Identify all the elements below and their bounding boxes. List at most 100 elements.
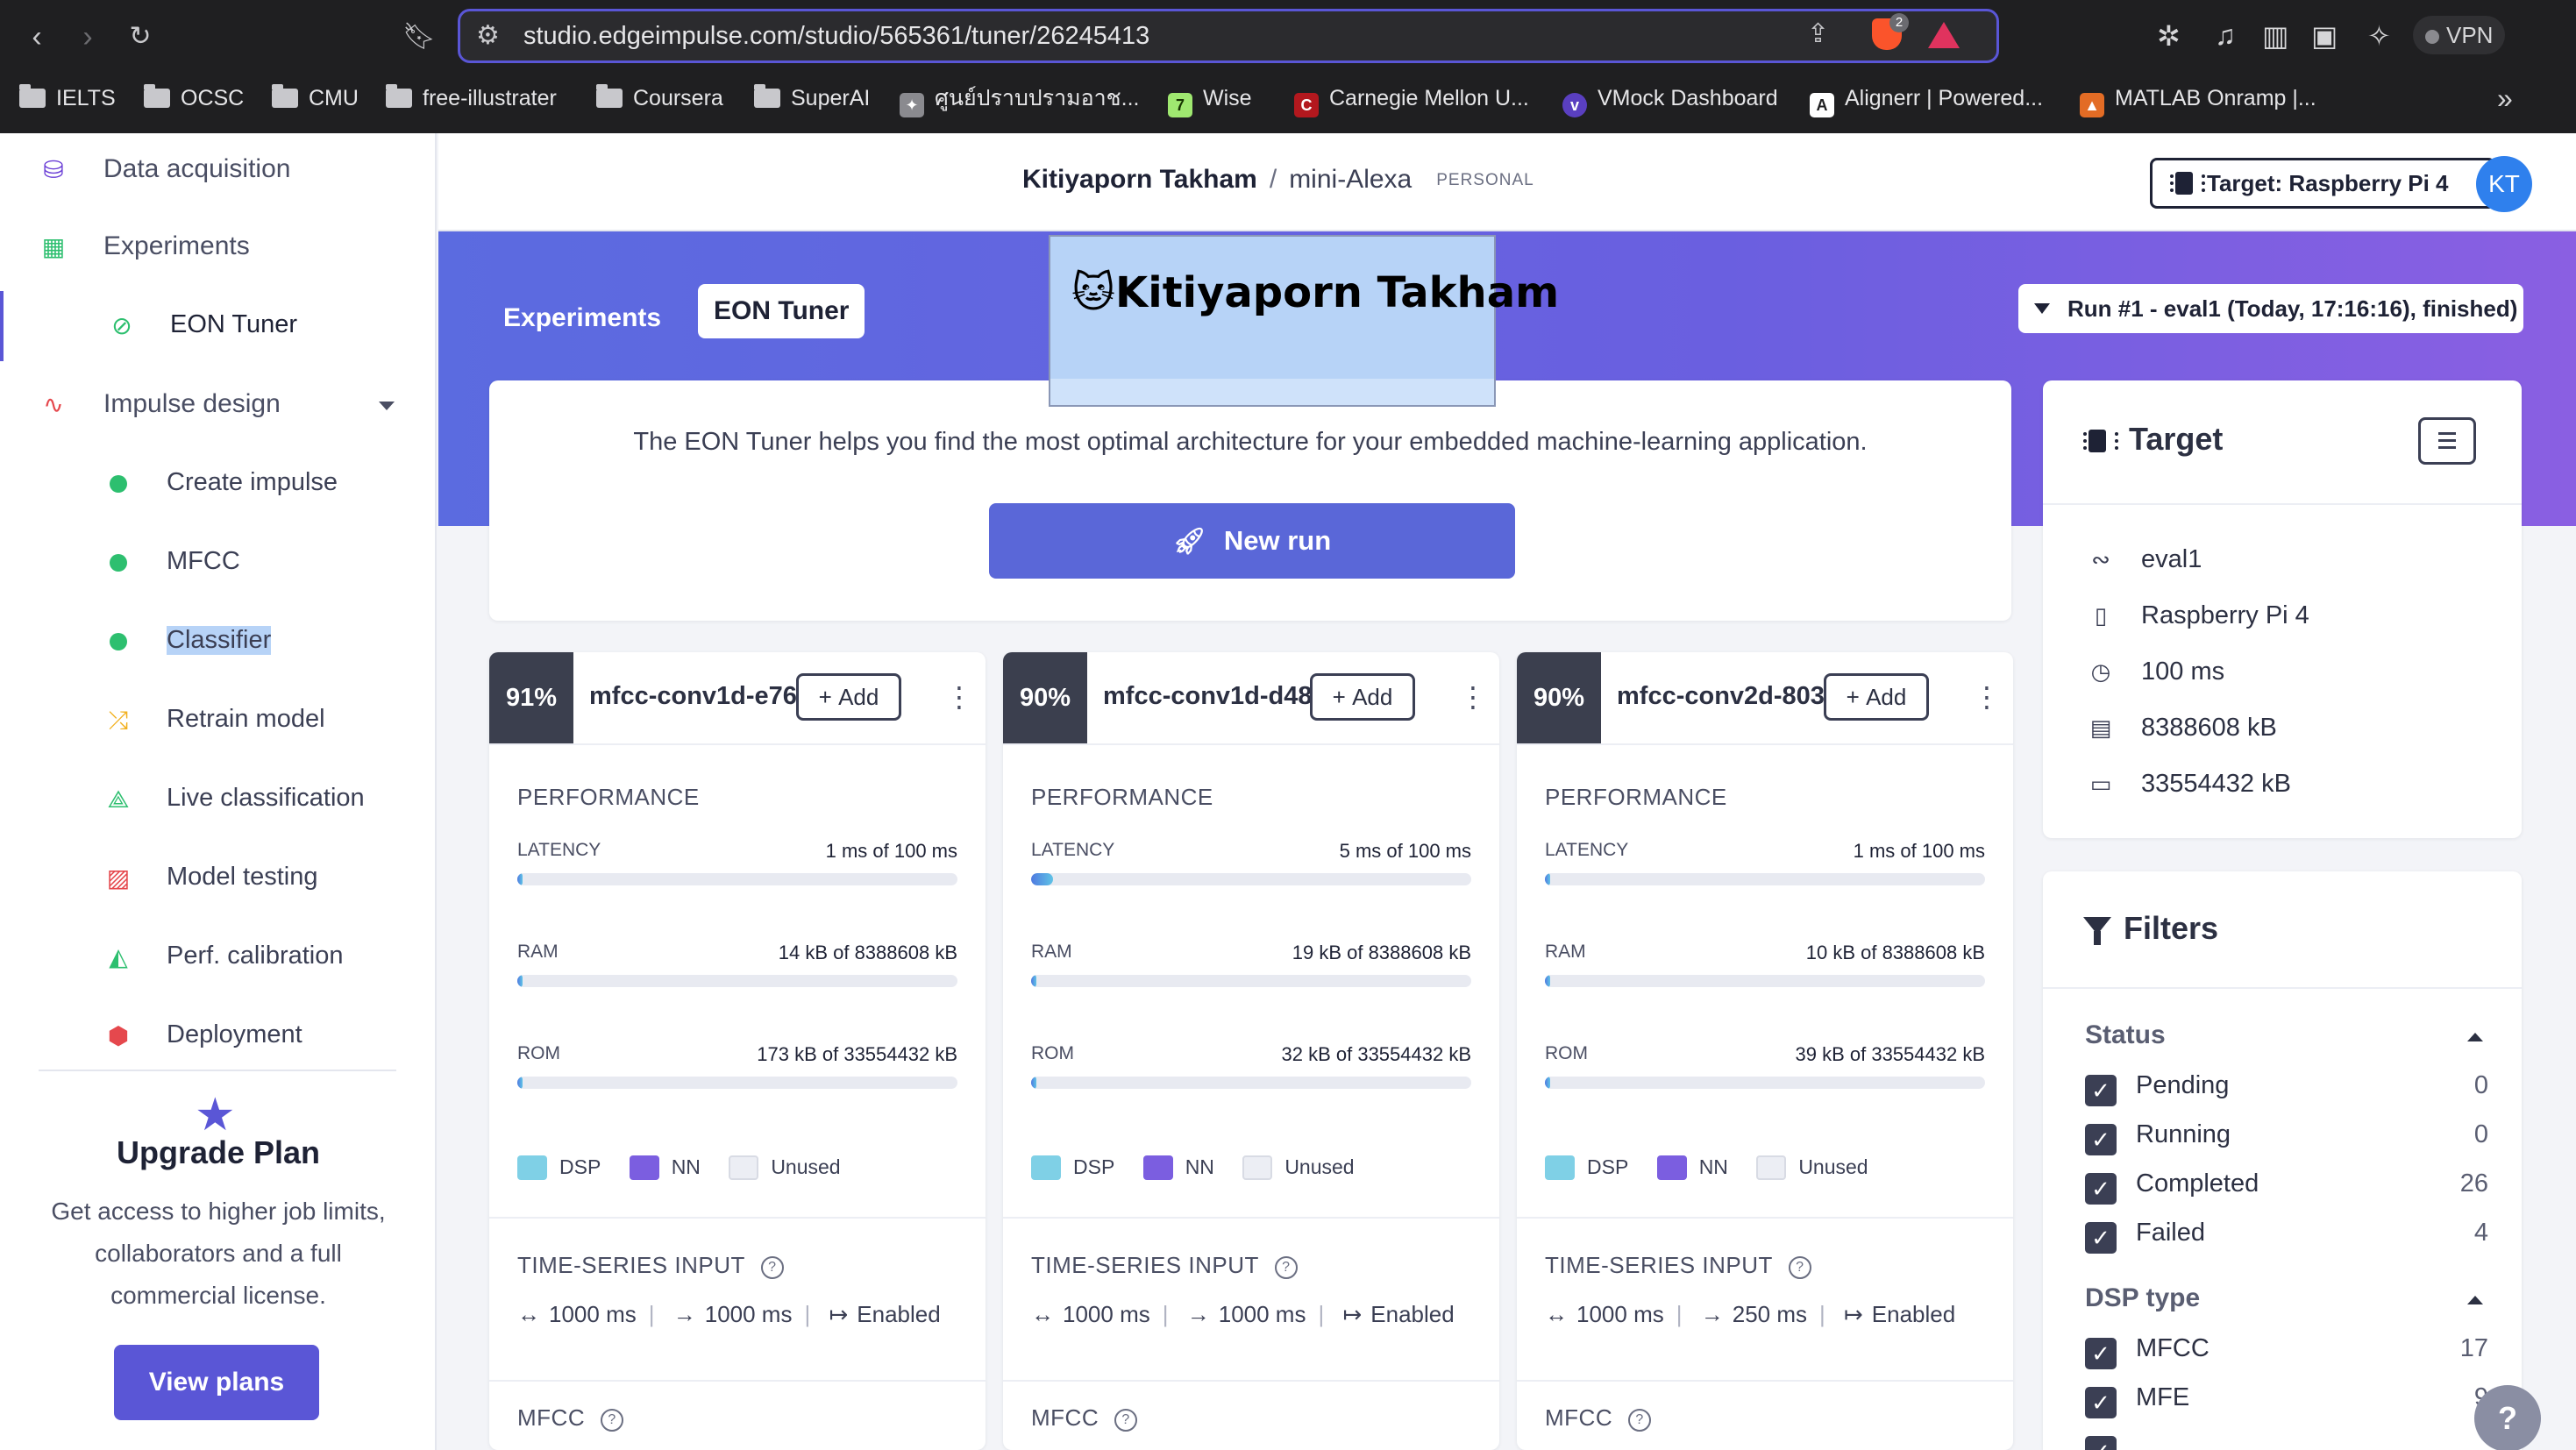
bookmark-icon[interactable]: 🔖︎: [398, 16, 440, 58]
ram-value: 14 kB of 8388608 kB: [778, 942, 957, 963]
bookmark-item[interactable]: 7 Wise: [1168, 79, 1252, 117]
filter-checkbox-row[interactable]: ✓: [2085, 1432, 2488, 1450]
view-plans-button[interactable]: View plans: [114, 1345, 319, 1420]
result-card[interactable]: 90% mfcc-conv1d-d48 + Add ⋮ PERFORMANCE …: [1003, 652, 1499, 1450]
green-dot-icon: [103, 469, 133, 499]
filter-checkbox-row[interactable]: ✓ Completed 26: [2085, 1169, 2488, 1205]
help-circle-icon[interactable]: ?: [1274, 1256, 1298, 1279]
checkbox-checked-icon[interactable]: ✓: [2085, 1173, 2117, 1205]
accuracy-badge: 90%: [1517, 652, 1601, 743]
checkbox-checked-icon[interactable]: ✓: [2085, 1338, 2117, 1369]
filter-count: 26: [2459, 1169, 2488, 1198]
target-device-button[interactable]: Target: Raspberry Pi 4: [2150, 158, 2495, 209]
sidebar-item-model-testing[interactable]: ▨ Model testing: [0, 843, 435, 913]
forward-icon[interactable]: ›: [67, 16, 109, 58]
sidebar-item-live-classification[interactable]: ⟁ Live classification: [0, 764, 435, 835]
more-options-icon[interactable]: ⋮: [1973, 675, 2001, 719]
tab-experiments[interactable]: Experiments: [503, 291, 661, 345]
bookmark-item[interactable]: SuperAI: [754, 79, 870, 117]
add-button[interactable]: + Add: [796, 673, 901, 721]
back-icon[interactable]: ‹: [16, 16, 58, 58]
new-run-label: New run: [1223, 525, 1332, 556]
sidebar-item-mfcc[interactable]: MFCC: [0, 528, 435, 598]
filter-group-dsp-type[interactable]: DSP type: [2085, 1283, 2200, 1313]
sidebar-toggle-icon[interactable]: ▥: [2262, 19, 2288, 53]
sidebar-item-perf-calibration[interactable]: ◭ Perf. calibration: [0, 922, 435, 992]
tab-eon-tuner[interactable]: EON Tuner: [698, 284, 865, 338]
filter-checkbox-row[interactable]: ✓ Failed 4: [2085, 1219, 2488, 1254]
bookmark-item[interactable]: C Carnegie Mellon U...: [1294, 79, 1529, 117]
run-selector-dropdown[interactable]: Run #1 - eval1 (Today, 17:16:16), finish…: [2018, 284, 2523, 333]
bookmark-item[interactable]: IELTS: [19, 79, 116, 117]
help-circle-icon[interactable]: ?: [1114, 1409, 1138, 1432]
target-row: ▤ 8388608 kB: [2085, 714, 2277, 749]
checkbox-checked-icon[interactable]: ✓: [2085, 1075, 2117, 1106]
new-run-button[interactable]: 🚀︎ New run: [989, 503, 1515, 579]
folder-icon: [386, 84, 412, 108]
checkbox-checked-icon[interactable]: ✓: [2085, 1222, 2117, 1254]
site-settings-icon[interactable]: ⚙︎: [476, 20, 500, 51]
result-card[interactable]: 90% mfcc-conv2d-803 + Add ⋮ PERFORMANCE …: [1517, 652, 2013, 1450]
more-options-icon[interactable]: ⋮: [1459, 675, 1487, 719]
sidebar-item-classifier[interactable]: Classifier: [0, 607, 435, 677]
extensions-icon[interactable]: ✲: [2157, 19, 2181, 53]
bookmark-item[interactable]: Coursera: [596, 79, 723, 117]
checkbox-checked-icon[interactable]: ✓: [2085, 1124, 2117, 1155]
bookmark-item[interactable]: ▲ MATLAB Onramp |...: [2080, 79, 2316, 117]
chevron-up-icon[interactable]: [2467, 1033, 2483, 1041]
bookmark-item[interactable]: A Alignerr | Powered...: [1810, 79, 2043, 117]
bookmark-item[interactable]: CMU: [272, 79, 359, 117]
checkbox-checked-icon[interactable]: ✓: [2085, 1436, 2117, 1450]
bookmark-item[interactable]: OCSC: [144, 79, 244, 117]
help-circle-icon[interactable]: ?: [1788, 1256, 1811, 1279]
music-icon[interactable]: ♫: [2215, 19, 2236, 52]
result-card[interactable]: 91% mfcc-conv1d-e76 + Add ⋮ PERFORMANCE …: [489, 652, 986, 1450]
bookmark-label: Carnegie Mellon U...: [1329, 86, 1529, 110]
sidebar-item-create-impulse[interactable]: Create impulse: [0, 449, 435, 519]
vpn-button[interactable]: VPN: [2413, 16, 2506, 54]
wallet-icon[interactable]: ▣: [2311, 19, 2338, 53]
sidebar-item-deployment[interactable]: ⬢ Deployment: [0, 1001, 435, 1071]
checkbox-checked-icon[interactable]: ✓: [2085, 1387, 2117, 1418]
bookmark-item[interactable]: v VMock Dashboard: [1562, 79, 1778, 117]
clipboard-check-icon: ▨: [106, 864, 131, 892]
filter-group-status[interactable]: Status: [2085, 1020, 2166, 1050]
chevron-down-icon[interactable]: [379, 402, 395, 410]
help-circle-icon[interactable]: ?: [1628, 1409, 1652, 1432]
leo-ai-icon[interactable]: ✧: [2367, 19, 2391, 53]
filter-checkbox-row[interactable]: ✓ Pending 0: [2085, 1071, 2488, 1106]
breadcrumb-project[interactable]: mini-Alexa: [1289, 165, 1412, 194]
help-circle-icon[interactable]: ?: [601, 1409, 624, 1432]
share-icon[interactable]: ⇪: [1807, 18, 1829, 49]
sidebar-item-label: Create impulse: [167, 468, 338, 496]
more-options-icon[interactable]: ⋮: [945, 675, 973, 719]
sidebar-item-data-acquisition[interactable]: ⛁ Data acquisition: [0, 135, 435, 205]
bookmark-item[interactable]: free-illustrater: [386, 79, 557, 117]
bookmarks-overflow-icon[interactable]: »: [2497, 79, 2513, 117]
latency-bar: [1031, 873, 1471, 885]
add-button[interactable]: + Add: [1824, 673, 1929, 721]
bookmark-item[interactable]: ✦ ศูนย์ปราบปรามอาช...: [900, 79, 1139, 117]
filter-checkbox-row[interactable]: ✓MFE9: [2085, 1383, 2488, 1418]
tooltip-name: Kitiyaporn Takham: [1115, 268, 1560, 317]
filter-checkbox-row[interactable]: ✓ Running 0: [2085, 1120, 2488, 1155]
reload-icon[interactable]: ↻: [119, 16, 161, 58]
sidebar-item-eon-tuner[interactable]: ⊘ EON Tuner: [0, 291, 435, 361]
target-menu-button[interactable]: [2418, 417, 2476, 465]
divider: [1517, 1217, 2013, 1219]
chevron-up-icon[interactable]: [2467, 1296, 2483, 1304]
rom-bar-fill: [517, 1077, 523, 1089]
add-button[interactable]: + Add: [1310, 673, 1415, 721]
sidebar-item-impulse-design[interactable]: ∿ Impulse design: [0, 370, 435, 440]
sidebar-item-retrain-model[interactable]: ⤮ Retrain model: [0, 686, 435, 756]
avatar[interactable]: KT: [2476, 156, 2532, 212]
filter-checkbox-row[interactable]: ✓ MFCC 17: [2085, 1334, 2488, 1369]
brave-rewards-icon[interactable]: [1928, 22, 1960, 48]
nn-swatch: [1142, 1155, 1173, 1180]
help-circle-icon[interactable]: ?: [760, 1256, 784, 1279]
breadcrumb-owner[interactable]: Kitiyaporn Takham: [1022, 165, 1257, 194]
address-bar[interactable]: ⚙︎ studio.edgeimpulse.com/studio/565361/…: [458, 9, 1999, 63]
help-button[interactable]: ?: [2474, 1385, 2541, 1450]
zero-pad-icon: ↦: [1844, 1301, 1863, 1327]
sidebar-item-experiments[interactable]: ▦ Experiments: [0, 212, 435, 282]
